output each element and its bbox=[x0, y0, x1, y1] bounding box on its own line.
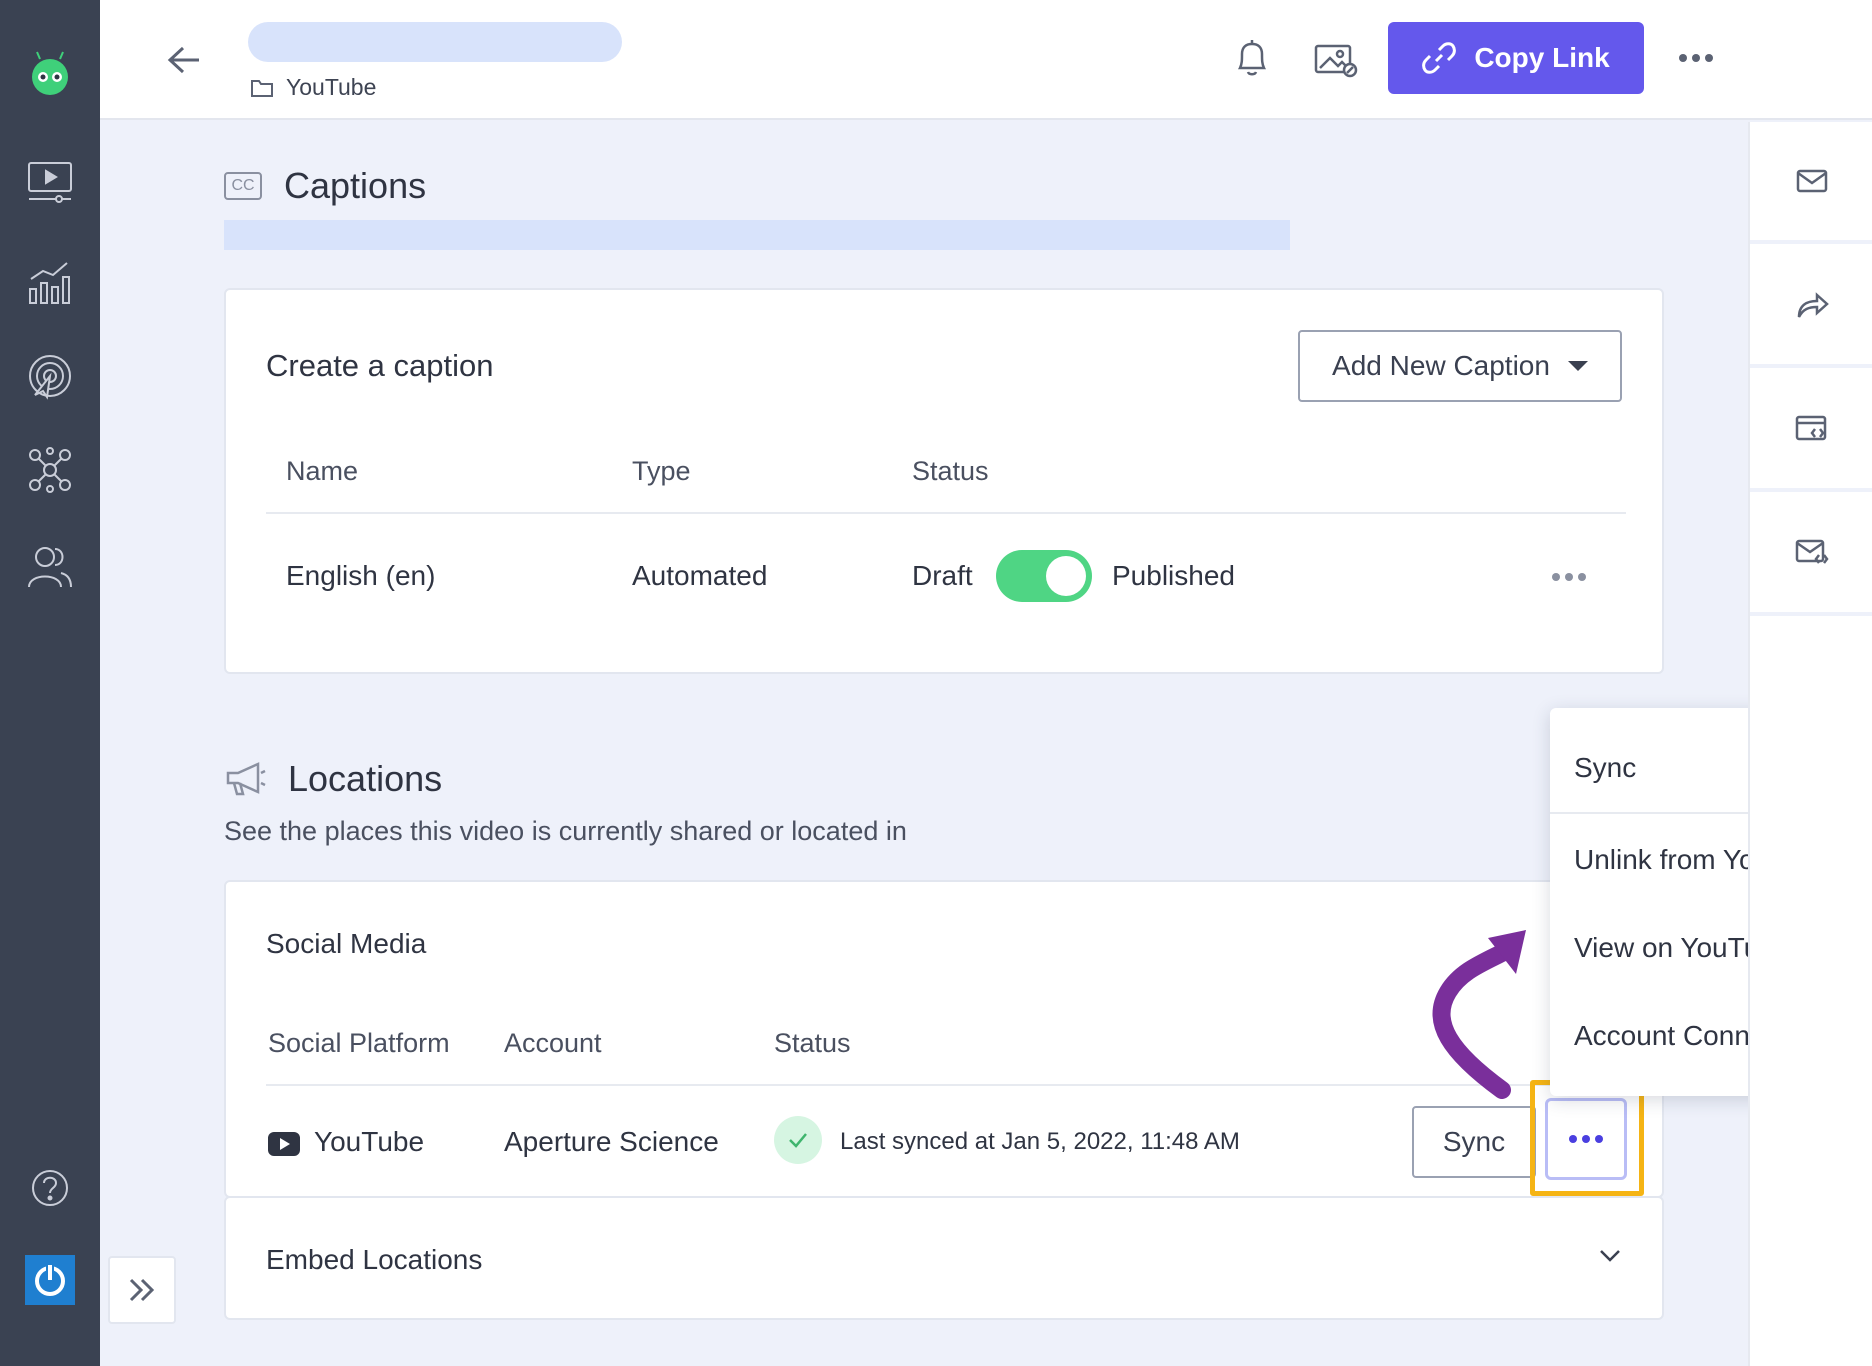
thumbnail-image-icon[interactable] bbox=[1312, 38, 1360, 82]
sync-status-text: Last synced at Jan 5, 2022, 11:48 AM bbox=[840, 1128, 1240, 1155]
status-draft-label: Draft bbox=[912, 560, 973, 591]
chevron-down-icon bbox=[1600, 1250, 1620, 1262]
integrations-icon[interactable] bbox=[20, 440, 80, 500]
column-name: Name bbox=[286, 456, 359, 486]
header-more-icon[interactable] bbox=[1676, 40, 1716, 76]
caret-down-icon bbox=[1567, 361, 1588, 371]
breadcrumb-folder[interactable]: YouTube bbox=[286, 74, 376, 101]
captions-heading: CC Captions bbox=[224, 165, 426, 207]
caption-type: Automated bbox=[632, 560, 768, 591]
add-new-caption-label: Add New Caption bbox=[1332, 350, 1550, 381]
caption-name: English (en) bbox=[286, 560, 436, 591]
captions-title: Captions bbox=[284, 165, 427, 206]
double-chevron-right-icon bbox=[129, 1278, 155, 1302]
back-arrow-icon[interactable] bbox=[162, 38, 206, 82]
youtube-logo-icon bbox=[268, 1132, 300, 1156]
column-social-platform: Social Platform bbox=[268, 1028, 450, 1058]
column-type: Type bbox=[632, 456, 691, 486]
caption-placeholder-bar bbox=[224, 220, 1290, 250]
caption-row-more-icon[interactable] bbox=[1552, 573, 1586, 581]
notifications-bell-icon[interactable] bbox=[1230, 36, 1274, 80]
engagement-icon[interactable] bbox=[20, 346, 80, 406]
top-header: YouTube Copy Link bbox=[100, 0, 1872, 120]
video-library-icon[interactable] bbox=[20, 152, 80, 212]
expand-sidebar-button[interactable] bbox=[108, 1256, 176, 1324]
sync-button[interactable]: Sync bbox=[1412, 1106, 1536, 1178]
locations-title: Locations bbox=[288, 758, 443, 799]
email-embed-icon[interactable] bbox=[1750, 494, 1872, 616]
locations-heading: Locations bbox=[224, 758, 442, 800]
platform-name: YouTube bbox=[314, 1126, 425, 1157]
folder-icon bbox=[251, 79, 273, 97]
account-name: Aperture Science bbox=[504, 1126, 719, 1157]
column-status: Status bbox=[774, 1028, 851, 1058]
share-icon[interactable] bbox=[1750, 246, 1872, 368]
help-icon[interactable] bbox=[20, 1158, 80, 1218]
megaphone-icon bbox=[226, 762, 266, 796]
embed-locations-card[interactable]: Embed Locations bbox=[224, 1196, 1664, 1320]
left-navigation bbox=[0, 0, 100, 1366]
email-icon[interactable] bbox=[1750, 122, 1872, 244]
sync-success-icon bbox=[774, 1116, 822, 1164]
embed-locations-title: Embed Locations bbox=[266, 1244, 483, 1275]
breadcrumb[interactable]: YouTube bbox=[250, 74, 376, 101]
toggle-knob bbox=[1046, 556, 1086, 596]
create-caption-card: Create a caption Add New Caption Name Ty… bbox=[224, 288, 1664, 674]
menu-item-sync[interactable]: Sync bbox=[1574, 752, 1636, 784]
app-logo-icon[interactable] bbox=[20, 42, 80, 102]
power-account-icon[interactable] bbox=[20, 1250, 80, 1310]
link-icon bbox=[1422, 42, 1457, 74]
closed-captions-icon: CC bbox=[224, 172, 262, 200]
column-account: Account bbox=[504, 1028, 602, 1058]
copy-link-button[interactable]: Copy Link bbox=[1388, 22, 1644, 94]
create-caption-title: Create a caption bbox=[266, 348, 494, 383]
analytics-icon[interactable] bbox=[20, 252, 80, 312]
embed-code-icon[interactable] bbox=[1750, 370, 1872, 492]
publish-toggle[interactable] bbox=[996, 550, 1092, 602]
status-published-label: Published bbox=[1112, 560, 1235, 591]
annotation-arrow-icon bbox=[1432, 930, 1526, 1099]
social-media-title: Social Media bbox=[266, 928, 427, 959]
copy-link-label: Copy Link bbox=[1474, 42, 1610, 73]
right-rail bbox=[1748, 122, 1872, 1366]
team-icon[interactable] bbox=[20, 536, 80, 596]
add-new-caption-button[interactable]: Add New Caption bbox=[1298, 330, 1622, 402]
table-divider bbox=[266, 512, 1626, 514]
locations-subtitle: See the places this video is currently s… bbox=[224, 816, 907, 846]
column-status: Status bbox=[912, 456, 989, 486]
video-title-placeholder[interactable] bbox=[248, 22, 622, 62]
